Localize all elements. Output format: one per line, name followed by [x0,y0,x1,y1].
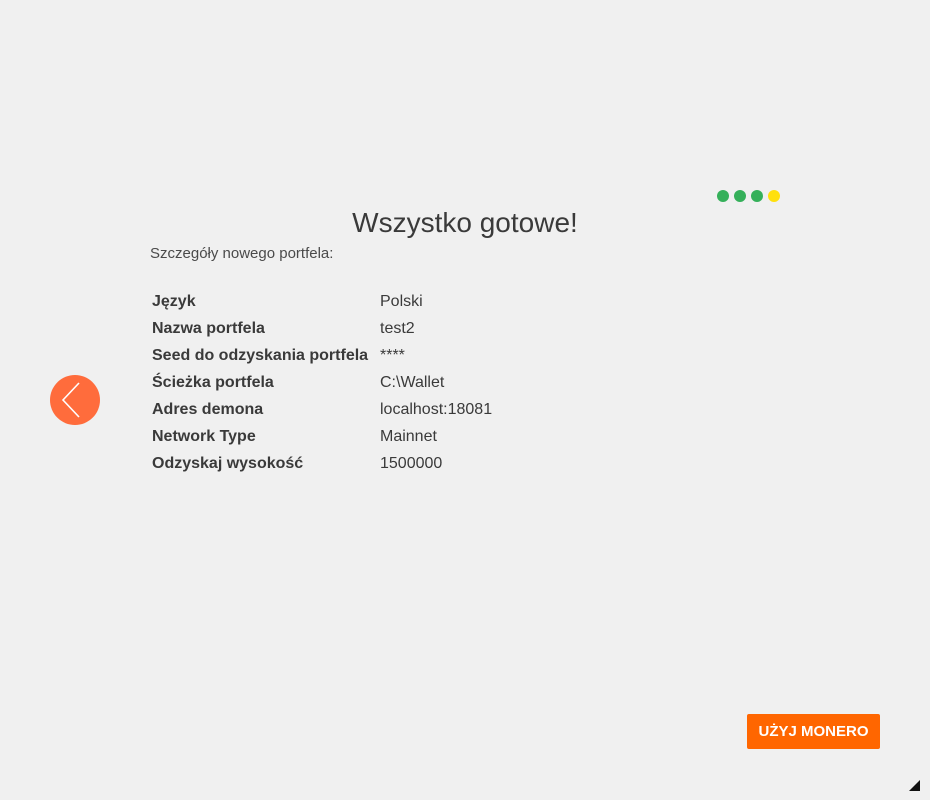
detail-label: Seed do odzyskania portfela [152,346,369,364]
detail-row-daemon-address: Adres demona localhost:18081 [152,396,492,423]
detail-value: localhost:18081 [380,400,493,418]
progress-dot-1 [717,190,729,202]
wizard-progress-indicator [717,190,780,202]
detail-label: Network Type [152,427,256,445]
back-button[interactable] [50,375,100,425]
detail-row-wallet-path: Ścieżka portfela C:\Wallet [152,369,492,396]
detail-label: Nazwa portfela [152,319,265,337]
detail-value: Polski [380,292,423,310]
wallet-details-list: Język Polski Nazwa portfela test2 Seed d… [152,288,492,477]
detail-value: C:\Wallet [380,373,445,391]
detail-label: Odzyskaj wysokość [152,454,304,472]
detail-label: Ścieżka portfela [152,373,274,391]
detail-label: Adres demona [152,400,264,418]
detail-row-seed: Seed do odzyskania portfela **** [152,342,492,369]
progress-dot-2 [734,190,746,202]
detail-value: Mainnet [380,427,437,445]
detail-row-restore-height: Odzyskaj wysokość 1500000 [152,450,492,477]
detail-value: **** [380,346,405,364]
progress-dot-4 [768,190,780,202]
progress-dot-3 [751,190,763,202]
detail-label: Język [152,292,196,310]
resize-grip[interactable] [909,780,920,791]
detail-row-network-type: Network Type Mainnet [152,423,492,450]
detail-row-wallet-name: Nazwa portfela test2 [152,315,492,342]
use-monero-button[interactable]: UŻYJ MONERO [747,714,880,749]
detail-value: 1500000 [380,454,443,472]
detail-value: test2 [380,319,415,337]
wallet-details-subtitle: Szczegóły nowego portfela: [150,245,334,262]
detail-row-language: Język Polski [152,288,492,315]
chevron-left-icon [61,382,80,418]
page-title: Wszystko gotowe! [352,207,578,238]
